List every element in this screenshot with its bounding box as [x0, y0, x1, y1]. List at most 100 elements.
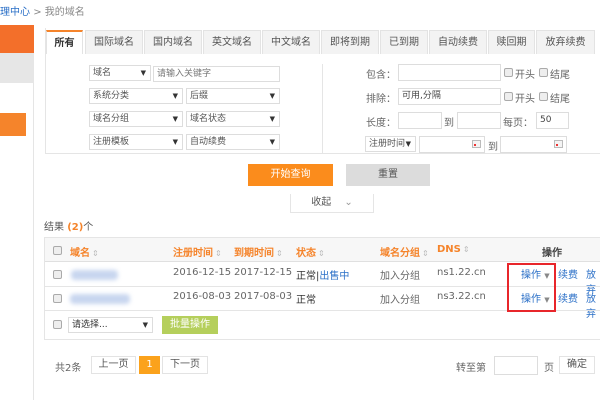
- breadcrumb: 理中心 > 我的域名: [0, 3, 85, 18]
- col-dns[interactable]: DNS ⇕: [437, 244, 470, 255]
- breadcrumb-parent[interactable]: 理中心: [0, 7, 30, 18]
- domain-link-obscured[interactable]: [70, 294, 130, 304]
- dropdown-arrow-icon: ▼: [172, 138, 178, 146]
- tab-redemption[interactable]: 赎回期: [488, 30, 535, 54]
- date-type-select[interactable]: 注册时间 ▼: [365, 136, 416, 152]
- sort-icon: ⇕: [92, 249, 99, 258]
- system-category-select[interactable]: 系统分类 ▼: [89, 88, 183, 104]
- dns: ns3.22.cn: [437, 291, 486, 302]
- sort-icon: ⇕: [215, 249, 222, 258]
- status-extra[interactable]: 出售中: [319, 271, 349, 282]
- sidebar-item[interactable]: [0, 53, 34, 83]
- starts-label: 开头: [515, 94, 535, 105]
- dropdown-arrow-icon: ▼: [269, 138, 275, 146]
- col-group[interactable]: 域名分组 ⇕: [380, 244, 429, 259]
- domain-link-obscured[interactable]: [71, 270, 118, 280]
- system-category-value: 系统分类: [93, 91, 130, 101]
- tab-chinese[interactable]: 中文域名: [262, 30, 320, 54]
- row-checkbox[interactable]: [53, 270, 62, 279]
- domain-status-value: 域名状态: [190, 114, 227, 124]
- tab-intl[interactable]: 国际域名: [85, 30, 143, 54]
- renew-link[interactable]: 续费: [558, 290, 578, 305]
- col-reg-date[interactable]: 注册时间 ⇕: [173, 244, 222, 259]
- prev-page-button[interactable]: 上一页: [91, 356, 136, 374]
- contains-label: 包含：: [366, 70, 396, 81]
- length-min-input[interactable]: [398, 112, 442, 129]
- exclude-input[interactable]: 可用,分隔: [398, 88, 501, 105]
- tab-english[interactable]: 英文域名: [203, 30, 261, 54]
- calendar-icon[interactable]: [554, 140, 563, 148]
- col-status-label: 状态: [296, 248, 316, 259]
- calendar-icon[interactable]: [472, 140, 481, 148]
- per-page-input[interactable]: 50: [536, 112, 569, 129]
- highlight-box: [507, 263, 556, 312]
- dropdown-arrow-icon: ▼: [172, 92, 178, 100]
- reset-button[interactable]: 重置: [346, 164, 430, 186]
- search-button[interactable]: 开始查询: [248, 164, 333, 186]
- breadcrumb-current: 我的域名: [44, 7, 85, 18]
- sidebar-button[interactable]: [0, 113, 26, 136]
- col-exp-date[interactable]: 到期时间 ⇕: [234, 244, 283, 259]
- status: 正常|出售中: [296, 271, 350, 282]
- status-text: 正常: [296, 271, 316, 282]
- total-count: 共2条: [55, 363, 82, 374]
- next-page-button[interactable]: 下一页: [162, 356, 208, 374]
- page-1-button[interactable]: 1: [139, 356, 160, 374]
- template-select[interactable]: 注册模板 ▼: [89, 134, 183, 150]
- sort-icon: ⇕: [422, 249, 429, 258]
- dns: ns1.22.cn: [437, 267, 486, 278]
- suffix-select[interactable]: 后缀 ▼: [186, 88, 280, 104]
- renew-link[interactable]: 续费: [558, 266, 578, 281]
- row-checkbox[interactable]: [53, 294, 62, 303]
- col-dns-label: DNS: [437, 244, 461, 255]
- tab-domestic[interactable]: 国内域名: [144, 30, 202, 54]
- tab-abandoned[interactable]: 放弃续费: [536, 30, 595, 54]
- confirm-button[interactable]: 确定: [559, 356, 595, 374]
- to-label: 到: [488, 142, 498, 153]
- col-group-label: 域名分组: [380, 248, 420, 259]
- per-page-label: 每页：: [503, 118, 533, 129]
- date-to-input[interactable]: [500, 136, 567, 153]
- col-domain[interactable]: 域名 ⇕: [70, 244, 99, 259]
- group-link[interactable]: 加入分组: [380, 267, 420, 282]
- domain-group-value: 域名分组: [93, 114, 130, 124]
- domain-status-select[interactable]: 域名状态 ▼: [186, 111, 280, 127]
- chevron-down-icon: ⌄: [344, 197, 353, 208]
- exclude-ends-checkbox[interactable]: [539, 92, 548, 101]
- tab-auto-renew[interactable]: 自动续费: [429, 30, 487, 54]
- batch-checkbox[interactable]: [53, 320, 62, 329]
- domain-group-select[interactable]: 域名分组 ▼: [89, 111, 183, 127]
- auto-renew-value: 自动续费: [190, 137, 227, 147]
- divider: [322, 64, 323, 154]
- exp-date: 2017-08-03: [234, 291, 293, 302]
- group-link[interactable]: 加入分组: [380, 291, 420, 306]
- results-unit: 个: [83, 222, 94, 233]
- batch-button[interactable]: 批量操作: [162, 316, 218, 334]
- col-status[interactable]: 状态 ⇕: [296, 244, 325, 259]
- length-max-input[interactable]: [457, 112, 501, 129]
- collapse-button[interactable]: 收起 ⌄: [290, 194, 374, 213]
- select-all-checkbox[interactable]: [53, 246, 62, 255]
- breadcrumb-separator: >: [33, 7, 42, 18]
- tab-expired[interactable]: 已到期: [380, 30, 428, 54]
- sort-icon: ⇕: [462, 245, 470, 254]
- sidebar-active-item[interactable]: [0, 25, 34, 53]
- date-from-input[interactable]: [419, 136, 485, 153]
- exclude-starts-checkbox[interactable]: [504, 92, 513, 101]
- tab-expiring[interactable]: 即将到期: [321, 30, 379, 54]
- tab-all[interactable]: 所有: [46, 30, 83, 54]
- keyword-input[interactable]: 请输入关键字: [153, 66, 280, 82]
- date-type-value: 注册时间: [369, 139, 406, 149]
- contains-starts-checkbox[interactable]: [504, 68, 513, 77]
- field-select[interactable]: 域名 ▼: [89, 65, 151, 81]
- col-domain-label: 域名: [70, 248, 90, 259]
- contains-ends-checkbox[interactable]: [539, 68, 548, 77]
- contains-input[interactable]: [398, 64, 501, 81]
- batch-select[interactable]: 请选择... ▼: [68, 317, 153, 333]
- goto-page-input[interactable]: [494, 356, 538, 375]
- results-number: (2): [67, 222, 84, 233]
- abandon-link[interactable]: 放弃: [586, 290, 600, 320]
- starts-label: 开头: [515, 70, 535, 81]
- auto-renew-select[interactable]: 自动续费 ▼: [186, 134, 280, 150]
- dropdown-arrow-icon: ▼: [142, 321, 148, 329]
